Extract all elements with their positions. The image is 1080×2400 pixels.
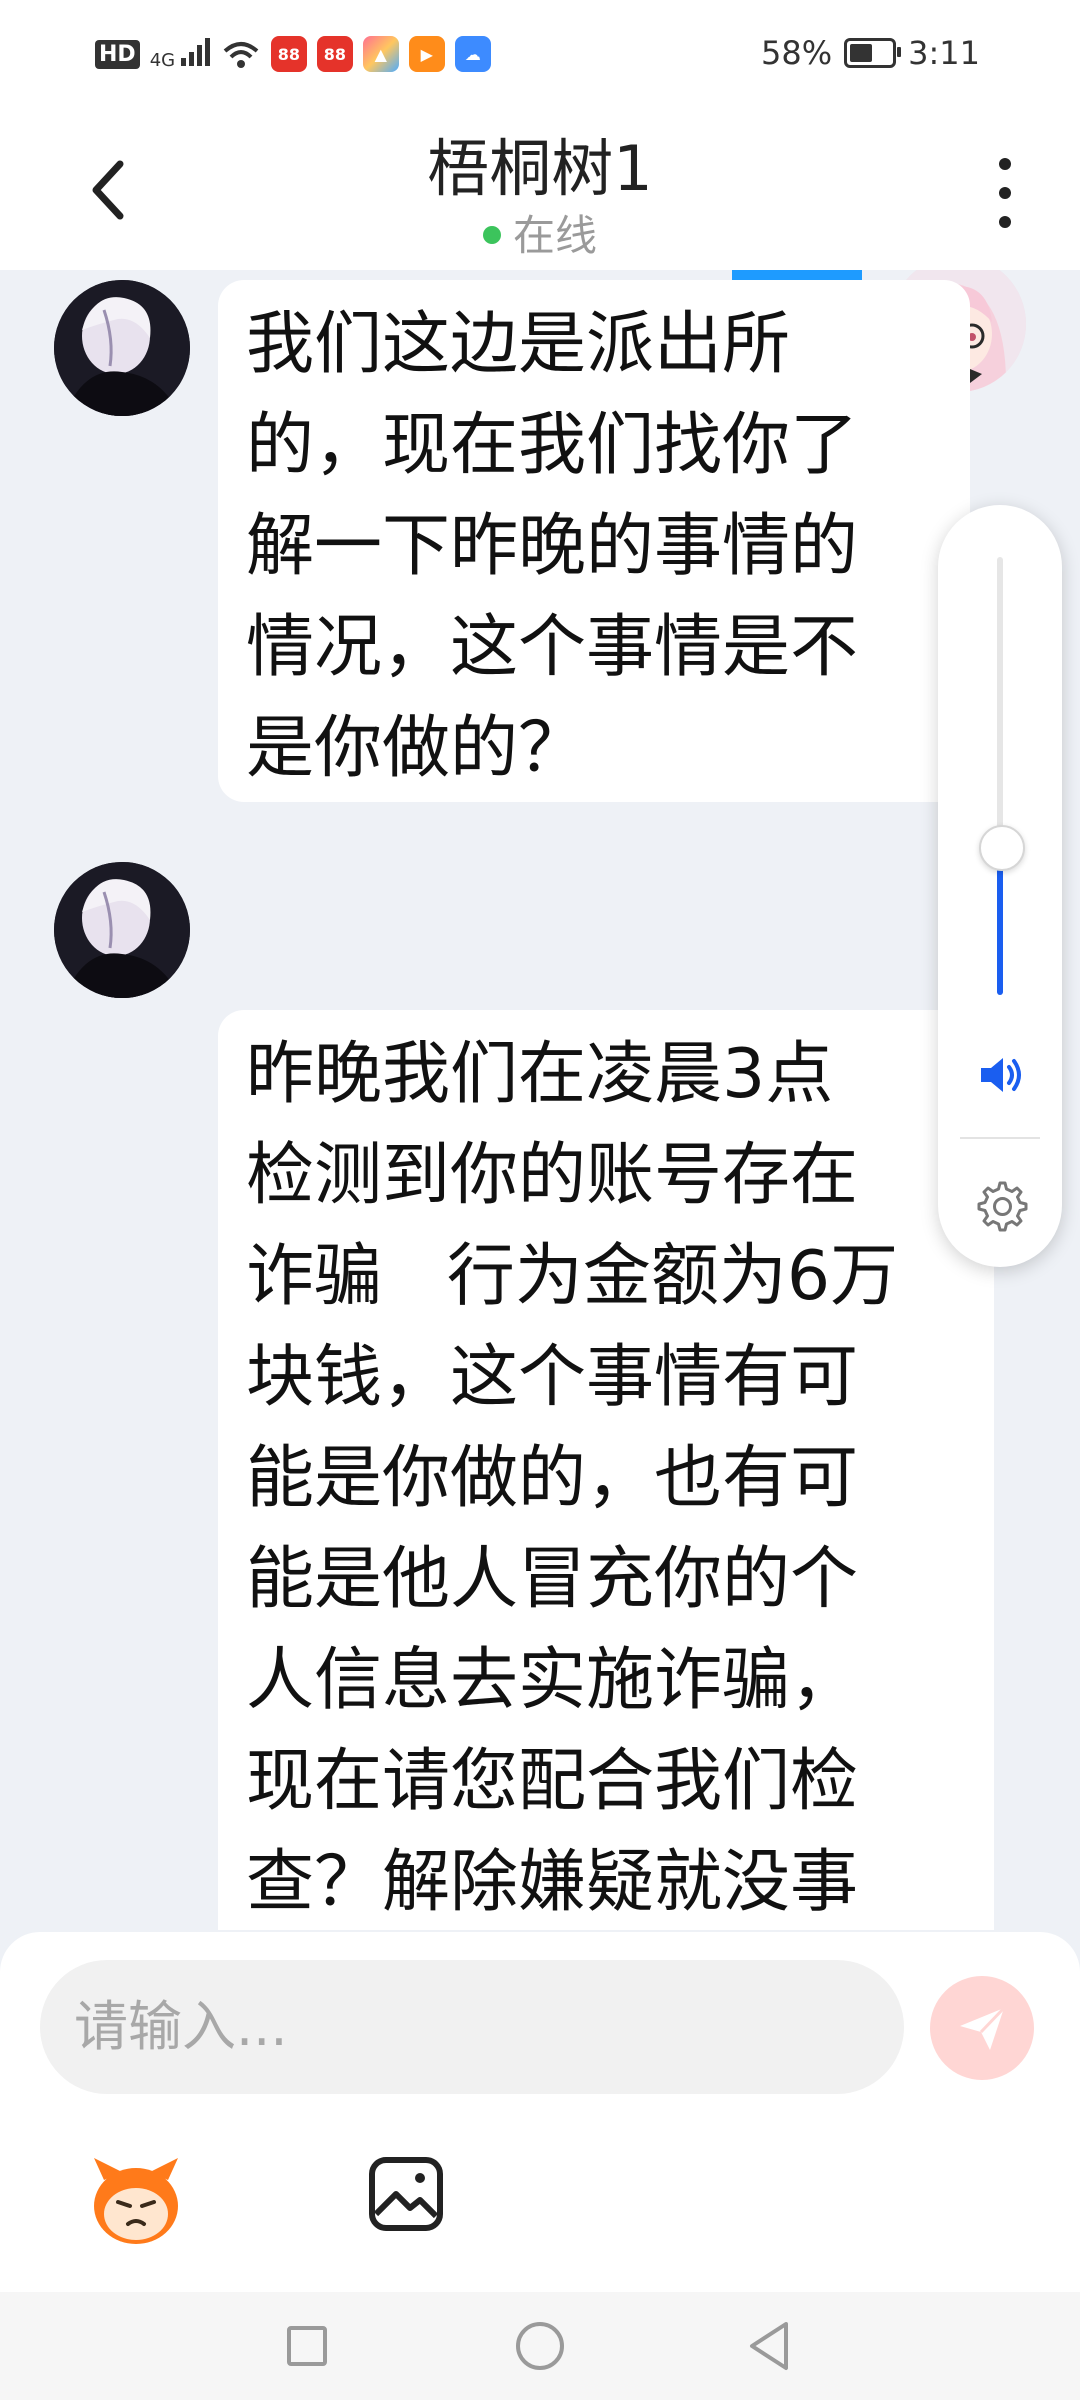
app-icon-red-1: 88 [270, 36, 307, 72]
network-indicator: 4G [150, 38, 211, 70]
online-dot [482, 225, 501, 244]
more-dot [999, 216, 1011, 228]
system-nav-bar [0, 2292, 1080, 2400]
send-button[interactable] [930, 1976, 1034, 2080]
chat-area[interactable]: 在 我们这边是派出所 的，现在我们找你了 解一下昨晚的事情的 情况，这个事情是不… [0, 270, 1080, 1930]
composer: 请输入... [0, 1932, 1080, 2292]
contact-name: 梧桐树1 [427, 132, 653, 205]
other-avatar[interactable] [54, 280, 190, 416]
other-avatar[interactable] [54, 862, 190, 998]
app-icon-cloud: ☁ [454, 36, 491, 72]
volume-panel[interactable] [938, 505, 1062, 1267]
battery-icon [844, 38, 902, 68]
incoming-message-bubble[interactable]: 我们这边是派出所 的，现在我们找你了 解一下昨晚的事情的 情况，这个事情是不 是… [218, 280, 970, 802]
network-type: 4G [149, 50, 176, 71]
image-button[interactable] [366, 2154, 446, 2234]
nav-back-icon[interactable] [746, 2320, 794, 2372]
more-button[interactable] [990, 158, 1020, 228]
signal-icon [180, 38, 210, 66]
gear-icon[interactable] [972, 1177, 1028, 1233]
volume-slider-handle[interactable] [979, 825, 1025, 871]
app-icon-orange-play: ▶ [408, 36, 445, 72]
incoming-message-bubble[interactable]: 昨晚我们在凌晨3点 检测到你的账号存在 诈骗 行为金额为6万 块钱，这个事情有可… [218, 1010, 994, 1930]
online-status-text: 在线 [512, 211, 597, 260]
message-input[interactable]: 请输入... [40, 1960, 904, 2094]
send-icon [960, 2006, 1006, 2050]
status-bar: HD 4G 88 88 ▲ ▶ ☁ 58% 3:11 [0, 0, 1080, 110]
recent-apps-button[interactable] [287, 2326, 327, 2366]
clock: 3:11 [908, 34, 980, 72]
hd-indicator: HD [95, 39, 140, 69]
image-icon [369, 2157, 443, 2231]
app-icon-colorful: ▲ [362, 36, 399, 72]
speaker-icon[interactable] [975, 1050, 1025, 1100]
wifi-icon [223, 42, 259, 68]
chat-header: 梧桐树1 在线 [0, 110, 1080, 270]
more-dot [999, 158, 1011, 170]
status-left: HD 4G 88 88 ▲ ▶ ☁ [95, 36, 491, 72]
battery-percent: 58% [761, 34, 833, 72]
home-button[interactable] [516, 2322, 564, 2370]
emoji-button[interactable] [84, 2150, 188, 2254]
app-icon-red-2: 88 [316, 36, 353, 72]
dark-character-avatar [54, 280, 190, 416]
more-dot [999, 187, 1011, 199]
divider [960, 1137, 1040, 1139]
dark-character-avatar [54, 862, 190, 998]
online-status: 在线 [0, 202, 1080, 263]
status-right: 58% 3:11 [761, 34, 980, 72]
emoji-mascot-icon [94, 2158, 178, 2244]
